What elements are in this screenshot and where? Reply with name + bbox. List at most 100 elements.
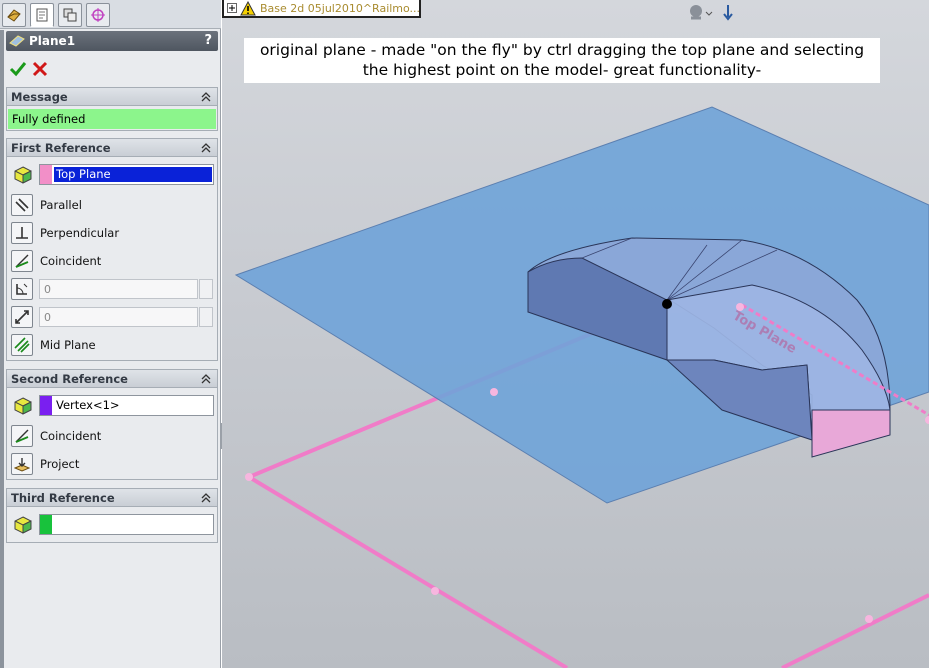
panel-title-bar: Plane1 ? (6, 31, 218, 51)
coincident-icon (15, 429, 29, 443)
cube-icon (14, 516, 32, 534)
perpendicular-icon (16, 227, 28, 239)
tab-property-manager[interactable] (30, 3, 54, 27)
plane-icon (9, 35, 25, 47)
first-reference-group: First Reference Top Plane Parallel Perpe… (6, 138, 218, 361)
mid-plane-icon (14, 337, 30, 353)
ok-check-icon (9, 62, 27, 77)
dimxpert-icon (91, 8, 105, 22)
cube-icon (14, 166, 32, 184)
ok-button[interactable] (9, 60, 27, 78)
second-reference-selection-row: Vertex<1> (7, 392, 217, 418)
tab-dimxpert-manager[interactable] (86, 3, 110, 27)
cancel-button[interactable] (31, 60, 49, 78)
coincident-icon (15, 254, 29, 268)
plane-handle[interactable] (245, 473, 253, 481)
warning-icon (240, 1, 256, 16)
third-reference-selection-box[interactable] (39, 514, 214, 535)
first-reference-selection-row: Top Plane (7, 161, 217, 187)
message-text: Fully defined (8, 109, 216, 129)
perpendicular-button[interactable] (11, 222, 33, 244)
configuration-icon (63, 8, 77, 22)
distance-spinner[interactable] (199, 307, 213, 327)
tab-feature-manager[interactable] (2, 3, 26, 27)
parallel-button[interactable] (11, 194, 33, 216)
project-button[interactable] (11, 453, 33, 475)
model-scene[interactable]: Top Plane (222, 0, 929, 668)
first-reference-selection-box[interactable]: Top Plane (39, 164, 214, 185)
graphics-viewport[interactable]: Top Plane Base 2d 05jul2010^Railmo... or… (222, 0, 929, 668)
first-reference-header[interactable]: First Reference (7, 139, 217, 157)
second-reference-selection-box[interactable]: Vertex<1> (39, 395, 214, 416)
feature-tree-icon (7, 9, 21, 22)
parallel-option-row: Parallel (7, 192, 217, 218)
panel-title: Plane1 (29, 34, 76, 48)
project-label: Project (40, 457, 80, 471)
third-reference-selection-row (7, 511, 217, 537)
first-reference-selection[interactable]: Top Plane (53, 166, 213, 183)
message-group: Message Fully defined (6, 87, 218, 131)
second-coincident-row: Coincident (7, 423, 217, 449)
project-icon (14, 458, 30, 472)
chevron-up-icon (201, 374, 211, 384)
message-group-header[interactable]: Message (7, 88, 217, 106)
coincident-label: Coincident (40, 254, 102, 268)
distance-input[interactable]: 0 (39, 307, 198, 327)
annotation-line-1: original plane - made "on the fly" by ct… (259, 41, 865, 59)
second-reference-title: Second Reference (11, 372, 128, 386)
tree-item-label: Base 2d 05jul2010^Railmo... (260, 2, 421, 15)
message-group-title: Message (11, 90, 68, 104)
coincident-option-row: Coincident (7, 248, 217, 274)
cube-icon (14, 397, 32, 415)
distance-row: 0 (7, 304, 217, 330)
distance-icon (15, 310, 29, 324)
view-orientation-icon[interactable] (688, 2, 738, 24)
chevron-up-icon (201, 92, 211, 102)
help-button[interactable]: ? (204, 33, 212, 48)
angle-button[interactable] (11, 278, 33, 300)
property-manager-panel: Plane1 ? Message Fully defined First Ref… (0, 0, 221, 668)
cancel-x-icon (32, 61, 48, 77)
coincident-button[interactable] (11, 250, 33, 272)
plane-handle[interactable] (490, 388, 498, 396)
expand-icon[interactable] (227, 3, 237, 13)
feature-tree-flyout[interactable]: Base 2d 05jul2010^Railmo... (222, 0, 421, 18)
distance-button[interactable] (11, 306, 33, 328)
mid-plane-label: Mid Plane (40, 338, 96, 352)
plane-handle[interactable] (925, 416, 929, 424)
top-plane-right-edge[interactable] (781, 593, 929, 668)
angle-row: 0 (7, 276, 217, 302)
manager-tabs (0, 0, 221, 29)
top-plane-front-edge[interactable] (247, 475, 569, 668)
plane-handle[interactable] (431, 587, 439, 595)
angle-spinner[interactable] (199, 279, 213, 299)
second-reference-header[interactable]: Second Reference (7, 370, 217, 388)
third-reference-selection[interactable] (54, 517, 58, 532)
first-reference-title: First Reference (11, 141, 111, 155)
model-pink-face[interactable] (811, 409, 891, 458)
project-row: Project (7, 451, 217, 477)
third-reference-group: Third Reference (6, 488, 218, 543)
second-coincident-button[interactable] (11, 425, 33, 447)
annotation-note: original plane - made "on the fly" by ct… (244, 38, 880, 83)
first-reference-color-swatch (40, 165, 52, 184)
annotation-line-2: the highest point on the model- great fu… (362, 61, 762, 79)
second-reference-color-swatch (40, 396, 52, 415)
second-coincident-label: Coincident (40, 429, 102, 443)
chevron-up-icon (201, 493, 211, 503)
second-reference-group: Second Reference Vertex<1> Coincident Pr… (6, 369, 218, 480)
tab-configuration-manager[interactable] (58, 3, 82, 27)
mid-plane-row: Mid Plane (7, 332, 217, 358)
parallel-label: Parallel (40, 198, 82, 212)
mid-plane-button[interactable] (11, 334, 33, 356)
parallel-icon (15, 198, 29, 212)
angle-input[interactable]: 0 (39, 279, 198, 299)
perpendicular-label: Perpendicular (40, 226, 120, 240)
left-edge-strip (0, 30, 4, 668)
third-reference-title: Third Reference (11, 491, 115, 505)
third-reference-color-swatch (40, 515, 52, 534)
third-reference-header[interactable]: Third Reference (7, 489, 217, 507)
plane-handle[interactable] (865, 615, 873, 623)
selected-vertex[interactable] (662, 299, 672, 309)
second-reference-selection[interactable]: Vertex<1> (54, 398, 122, 413)
